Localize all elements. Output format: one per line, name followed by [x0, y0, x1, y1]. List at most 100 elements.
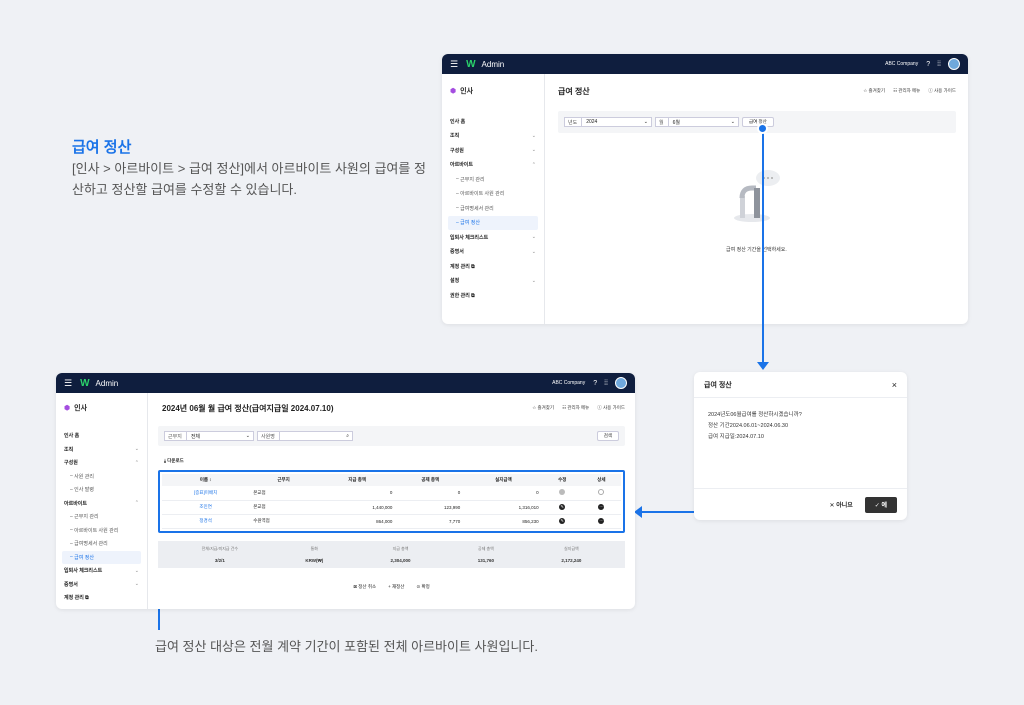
column-header-net: 실지급액 — [464, 474, 543, 486]
column-header-workplace: 근무지 — [249, 474, 318, 486]
chevron-down-icon: ⌄ — [643, 119, 648, 125]
apps-grid-icon[interactable]: ⁞⁞ — [604, 380, 608, 387]
sidebar-subitem-workplace[interactable]: – 근무지 관리 — [448, 172, 538, 187]
sidebar-subitem-payslip[interactable]: – 급여명세서 관리 — [448, 201, 538, 216]
employee-name-link[interactable]: 정경석 — [162, 514, 250, 529]
sidebar-item-org[interactable]: 조직 ⌄ — [62, 443, 141, 457]
column-header-edit: 수정 — [542, 474, 582, 486]
table-row: 조민연 본교점 1,440,000 123,990 1,316,010 ✎ ⋯ — [162, 500, 621, 515]
sidebar-item-checklist[interactable]: 입퇴사 체크리스트 ⌄ — [448, 230, 538, 245]
sidebar-header: ⬢ 인사 — [450, 86, 538, 96]
toolbar-links: ☆ 즐겨찾기 ☷ 관리자 메뉴 ⓘ 사용 가이드 — [855, 88, 956, 94]
sidebar-subitem-appointment[interactable]: – 인사 발령 — [62, 483, 141, 497]
empty-state-illustration — [726, 166, 786, 226]
help-icon[interactable]: ? — [926, 61, 930, 68]
window-settlement-result: ☰ W Admin ABC Company ? ⁞⁞ ⬢ 인사 인사 홈 조직 ⌄ … — [56, 373, 635, 609]
help-icon[interactable]: ? — [593, 380, 597, 387]
app-name: Admin — [95, 378, 119, 388]
hamburger-icon[interactable]: ☰ — [64, 378, 72, 389]
sidebar-item-certificate[interactable]: 증명서 ⌄ — [448, 245, 538, 260]
sidebar-subitem-settlement[interactable]: – 급여 정산 — [62, 550, 141, 564]
workplace-cell: 본교점 — [249, 500, 318, 515]
sidebar-item-checklist[interactable]: 입퇴사 체크리스트 ⌄ — [62, 564, 141, 578]
edit-icon[interactable]: ✎ — [559, 518, 566, 524]
main-content: 2024년 06월 월 급여 정산(급여지급일 2024.07.10) ☆ 즐겨… — [148, 393, 635, 609]
employee-name-link[interactable]: [증표]미배치 — [162, 486, 250, 501]
cancel-settlement-button[interactable]: ⊠ 정산 취소 — [353, 584, 376, 590]
sidebar-subitem-workplace[interactable]: – 근무지 관리 — [62, 510, 141, 524]
close-icon[interactable]: × — [892, 380, 897, 390]
dialog-body: 2024년도06월급여를 정산하시겠습니까? 정산 기간2024.06.01~2… — [694, 398, 907, 455]
sidebar-item-parttime[interactable]: 아르바이트 ⌃ — [448, 158, 538, 173]
marker-dot — [757, 123, 768, 134]
confirm-button[interactable]: ⊙ 확정 — [416, 584, 429, 590]
detail-icon[interactable]: ⋯ — [598, 518, 605, 524]
sidebar-item-settings[interactable]: 설정 ⌄ — [448, 274, 538, 289]
edit-icon — [559, 489, 566, 496]
app-name: Admin — [481, 59, 505, 69]
chevron-down-icon: ⌄ — [531, 147, 536, 154]
avatar[interactable] — [948, 58, 960, 70]
result-table: 이름 ↕ 근무지 지급 총액 공제 총액 실지급액 수정 상세 [증표]미배치 … — [162, 474, 621, 529]
favorites-link[interactable]: ☆ 즐겨찾기 — [532, 405, 554, 411]
sidebar-subitem-payslip[interactable]: – 급여명세서 관리 — [62, 537, 141, 551]
summary-deduction: 공제 총액 131,760 — [477, 545, 495, 563]
favorites-link[interactable]: ☆ 즐겨찾기 — [863, 88, 885, 94]
chevron-down-icon: ⌄ — [245, 433, 250, 439]
sidebar-subitem-parttime-staff[interactable]: – 아르바이트 사원 관리 — [448, 187, 538, 202]
net-cell: 856,230 — [464, 514, 543, 529]
search-button[interactable]: 검색 — [596, 431, 619, 441]
sidebar-item-certificate[interactable]: 증명서 ⌄ — [62, 578, 141, 592]
sidebar-item-account[interactable]: 계정 관리 ⧉ — [448, 259, 538, 274]
top-bar: ☰ W Admin ABC Company ? ⁞⁞ — [56, 373, 635, 393]
sidebar-subitem-parttime-staff[interactable]: – 아르바이트 사원 관리 — [62, 524, 141, 538]
table-row: 정경석 수원역점 864,000 7,770 856,230 ✎ ⋯ — [162, 514, 621, 529]
workplace-select[interactable]: 근무지 전체 ⌄ — [164, 431, 254, 441]
sidebar-subitem-staff[interactable]: – 사원 관리 — [62, 470, 141, 484]
toolbar-links: ☆ 즐겨찾기 ☷ 관리자 메뉴 ⓘ 사용 가이드 — [524, 405, 625, 411]
resettle-button[interactable]: + 재정산 — [388, 584, 404, 590]
hamburger-icon[interactable]: ☰ — [450, 59, 458, 70]
apps-grid-icon[interactable]: ⁞⁞ — [937, 61, 941, 68]
sidebar-item-hr-home[interactable]: 인사 홈 — [62, 429, 141, 443]
intro-description: [인사 > 아르바이트 > 급여 정산]에서 아르바이트 사원의 급여를 정산하… — [72, 161, 426, 197]
download-button[interactable]: ⤓ 다운로드 — [164, 458, 625, 464]
sidebar-item-hr-home[interactable]: 인사 홈 — [448, 114, 538, 129]
detail-icon[interactable]: ⋯ — [598, 504, 605, 510]
detail-icon — [598, 489, 605, 496]
dialog-period: 정산 기간2024.06.01~2024.06.30 — [708, 423, 789, 429]
sidebar-item-permission[interactable]: 권한 관리 ⧉ — [448, 288, 538, 303]
month-select[interactable]: 월 6월 ⌄ — [655, 117, 739, 127]
column-header-name[interactable]: 이름 ↕ — [162, 474, 250, 486]
sidebar: ⬢ 인사 인사 홈 조직 ⌄ 구성원 ⌄ 아르바이트 ⌃ – 근무지 관리 – 아르바이… — [442, 74, 545, 324]
admin-menu-link[interactable]: ☷ 관리자 메뉴 — [893, 88, 920, 94]
company-name[interactable]: ABC Company — [885, 61, 918, 67]
guide-link[interactable]: ⓘ 사용 가이드 — [928, 88, 956, 94]
company-name[interactable]: ABC Company — [552, 380, 585, 386]
gross-cell: 1,440,000 — [317, 500, 397, 515]
sidebar-item-account[interactable]: 계정 관리 ⧉ — [62, 591, 141, 605]
edit-icon[interactable]: ✎ — [559, 504, 566, 510]
sidebar-section-title: 인사 — [74, 405, 88, 412]
deduction-cell: 0 — [396, 486, 465, 501]
year-select[interactable]: 년도 2024 ⌄ — [564, 117, 652, 127]
admin-menu-link[interactable]: ☷ 관리자 메뉴 — [562, 405, 589, 411]
guide-link[interactable]: ⓘ 사용 가이드 — [597, 405, 625, 411]
no-button[interactable]: ✕ 아니요 — [830, 500, 853, 509]
sidebar-subitem-settlement[interactable]: – 급여 정산 — [448, 215, 538, 230]
search-icon: ⌕ — [346, 433, 349, 439]
employee-search-input[interactable]: 사원명 ⌕ — [257, 431, 353, 441]
net-cell: 0 — [464, 486, 543, 501]
sidebar-item-parttime[interactable]: 아르바이트 ⌃ — [62, 497, 141, 511]
sidebar-item-org[interactable]: 조직 ⌄ — [448, 129, 538, 144]
yes-button[interactable]: ✓ 예 — [864, 496, 897, 513]
sidebar-item-members[interactable]: 구성원 ⌄ — [448, 143, 538, 158]
dialog-pay-date: 급여 지급일:2024.07.10 — [708, 434, 764, 440]
employee-name-link[interactable]: 조민연 — [162, 500, 250, 515]
sidebar-item-members[interactable]: 구성원 ⌃ — [62, 456, 141, 470]
deduction-cell: 123,990 — [396, 500, 465, 515]
result-table-highlight: 이름 ↕ 근무지 지급 총액 공제 총액 실지급액 수정 상세 [증표]미배치 … — [158, 470, 625, 533]
column-header-deduction: 공제 총액 — [396, 474, 465, 486]
column-header-gross: 지급 총액 — [317, 474, 397, 486]
avatar[interactable] — [615, 377, 627, 389]
